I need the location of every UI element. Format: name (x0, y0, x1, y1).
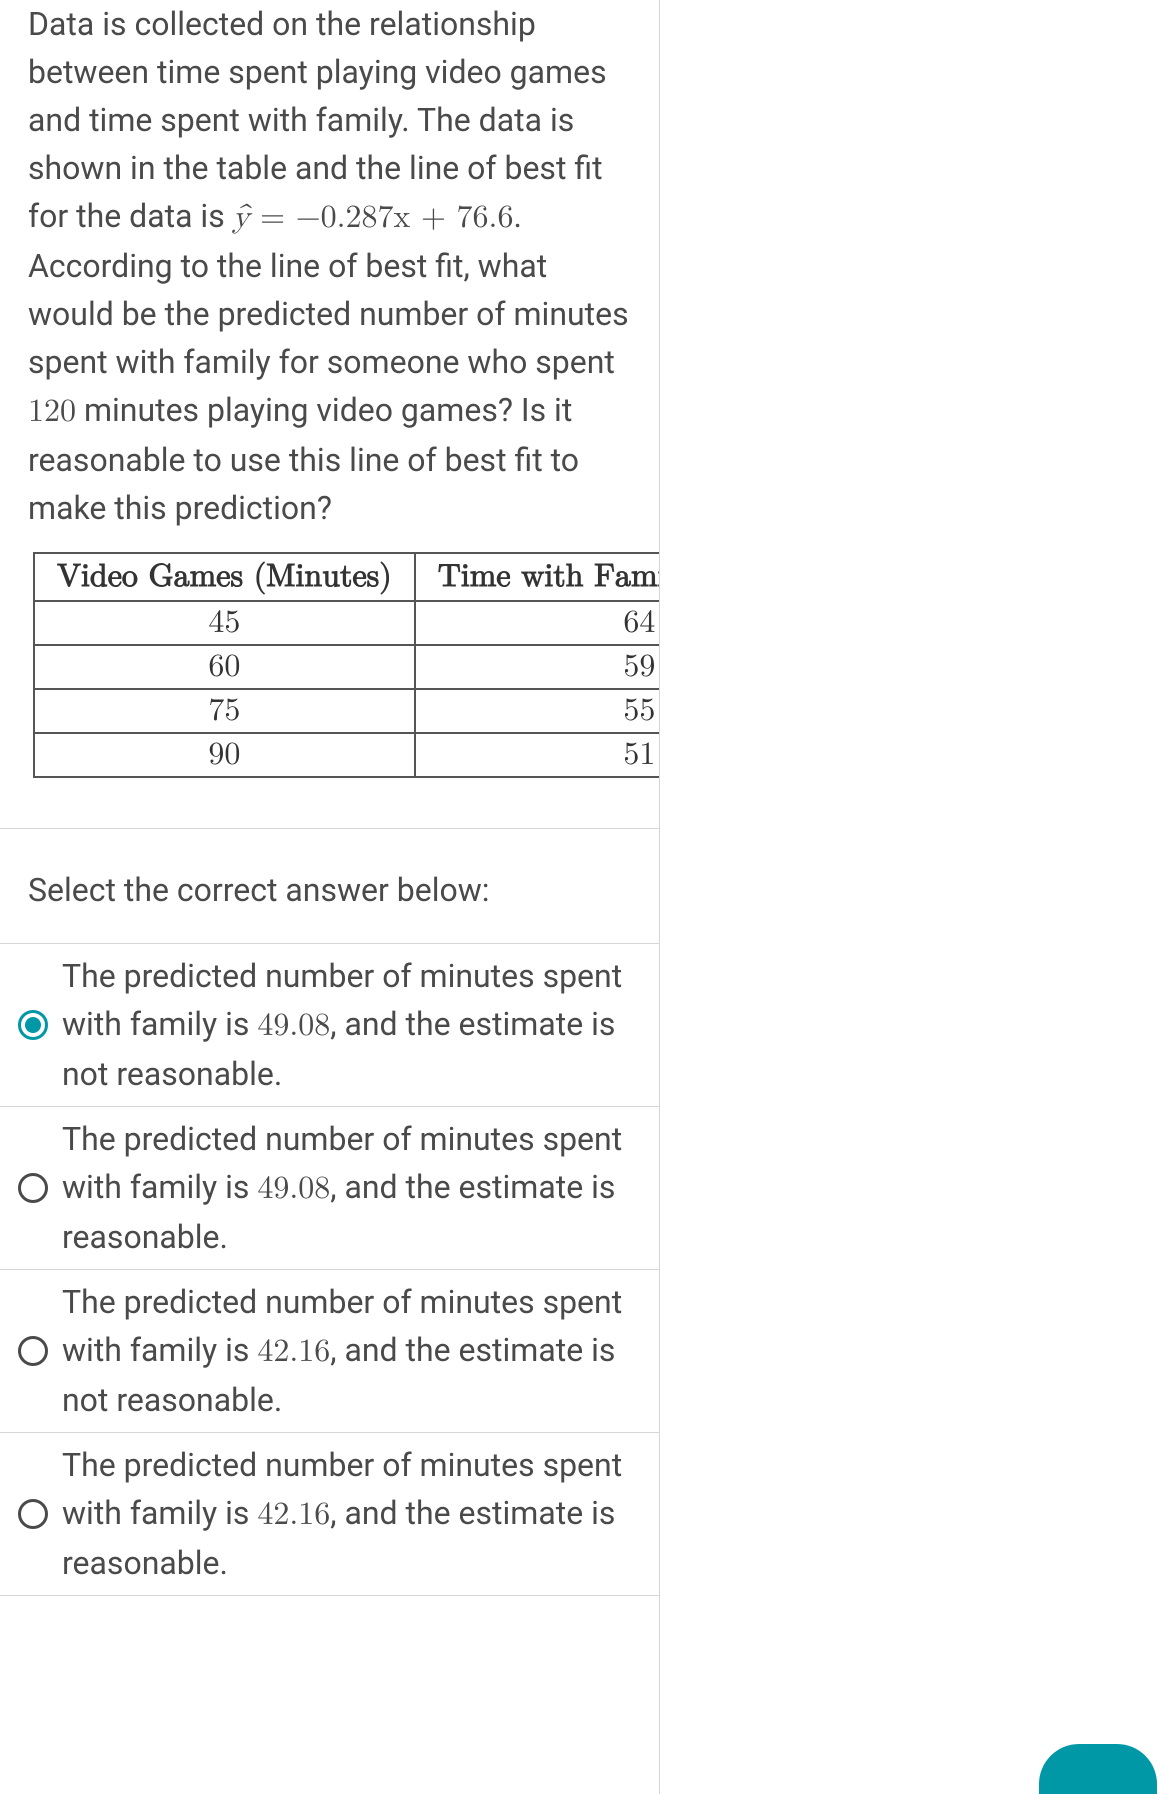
action-button[interactable] (1039, 1744, 1157, 1794)
radio-icon (18, 1336, 48, 1366)
answer-number: 49.08 (257, 1173, 330, 1205)
radio-icon (18, 1173, 48, 1203)
table-row: 60 59 (34, 645, 659, 689)
select-prompt: Select the correct answer below: (0, 829, 659, 943)
answer-text: The predicted number of minutes spent wi… (62, 1115, 631, 1261)
cell-vg: 45 (34, 601, 415, 645)
answer-text: The predicted number of minutes spent wi… (62, 1278, 631, 1424)
cell-vg: 90 (34, 733, 415, 777)
cell-fam: 64 (415, 601, 659, 645)
question-part-3: minutes playing video games? Is it reaso… (28, 391, 579, 527)
cell-vg: 60 (34, 645, 415, 689)
cell-fam: 51 (415, 733, 659, 777)
question-text: Data is collected on the relationship be… (0, 0, 659, 552)
answer-text: The predicted number of minutes spent wi… (62, 1441, 631, 1587)
equation-equals: = (250, 202, 296, 234)
answer-option-4[interactable]: The predicted number of minutes spent wi… (0, 1433, 659, 1596)
answer-list: The predicted number of minutes spent wi… (0, 943, 659, 1596)
answer-number: 42.16 (257, 1499, 330, 1531)
data-table: Video Games (Minutes) Time with Family (… (33, 552, 659, 778)
question-panel: Data is collected on the relationship be… (0, 0, 660, 1794)
answer-option-3[interactable]: The predicted number of minutes spent wi… (0, 1270, 659, 1433)
equation-rhs: −0.287x + 76.6 (296, 202, 514, 234)
data-table-container: Video Games (Minutes) Time with Family (… (0, 552, 659, 778)
table-header-videogames: Video Games (Minutes) (34, 553, 415, 601)
cell-fam: 59 (415, 645, 659, 689)
table-header-row: Video Games (Minutes) Time with Family (… (34, 553, 659, 601)
table-row: 45 64 (34, 601, 659, 645)
table-header-family: Time with Family (Minutes) (415, 553, 659, 601)
answer-number: 49.08 (257, 1010, 330, 1042)
radio-icon (18, 1499, 48, 1529)
answer-number: 42.16 (257, 1336, 330, 1368)
cell-fam: 55 (415, 689, 659, 733)
minutes-value: 120 (28, 396, 76, 428)
answer-text: The predicted number of minutes spent wi… (62, 952, 631, 1098)
cell-vg: 75 (34, 689, 415, 733)
radio-icon (18, 1010, 48, 1040)
table-row: 90 51 (34, 733, 659, 777)
answer-option-1[interactable]: The predicted number of minutes spent wi… (0, 944, 659, 1107)
table-row: 75 55 (34, 689, 659, 733)
equation-lhs: ŷ (233, 202, 250, 234)
answer-option-2[interactable]: The predicted number of minutes spent wi… (0, 1107, 659, 1270)
